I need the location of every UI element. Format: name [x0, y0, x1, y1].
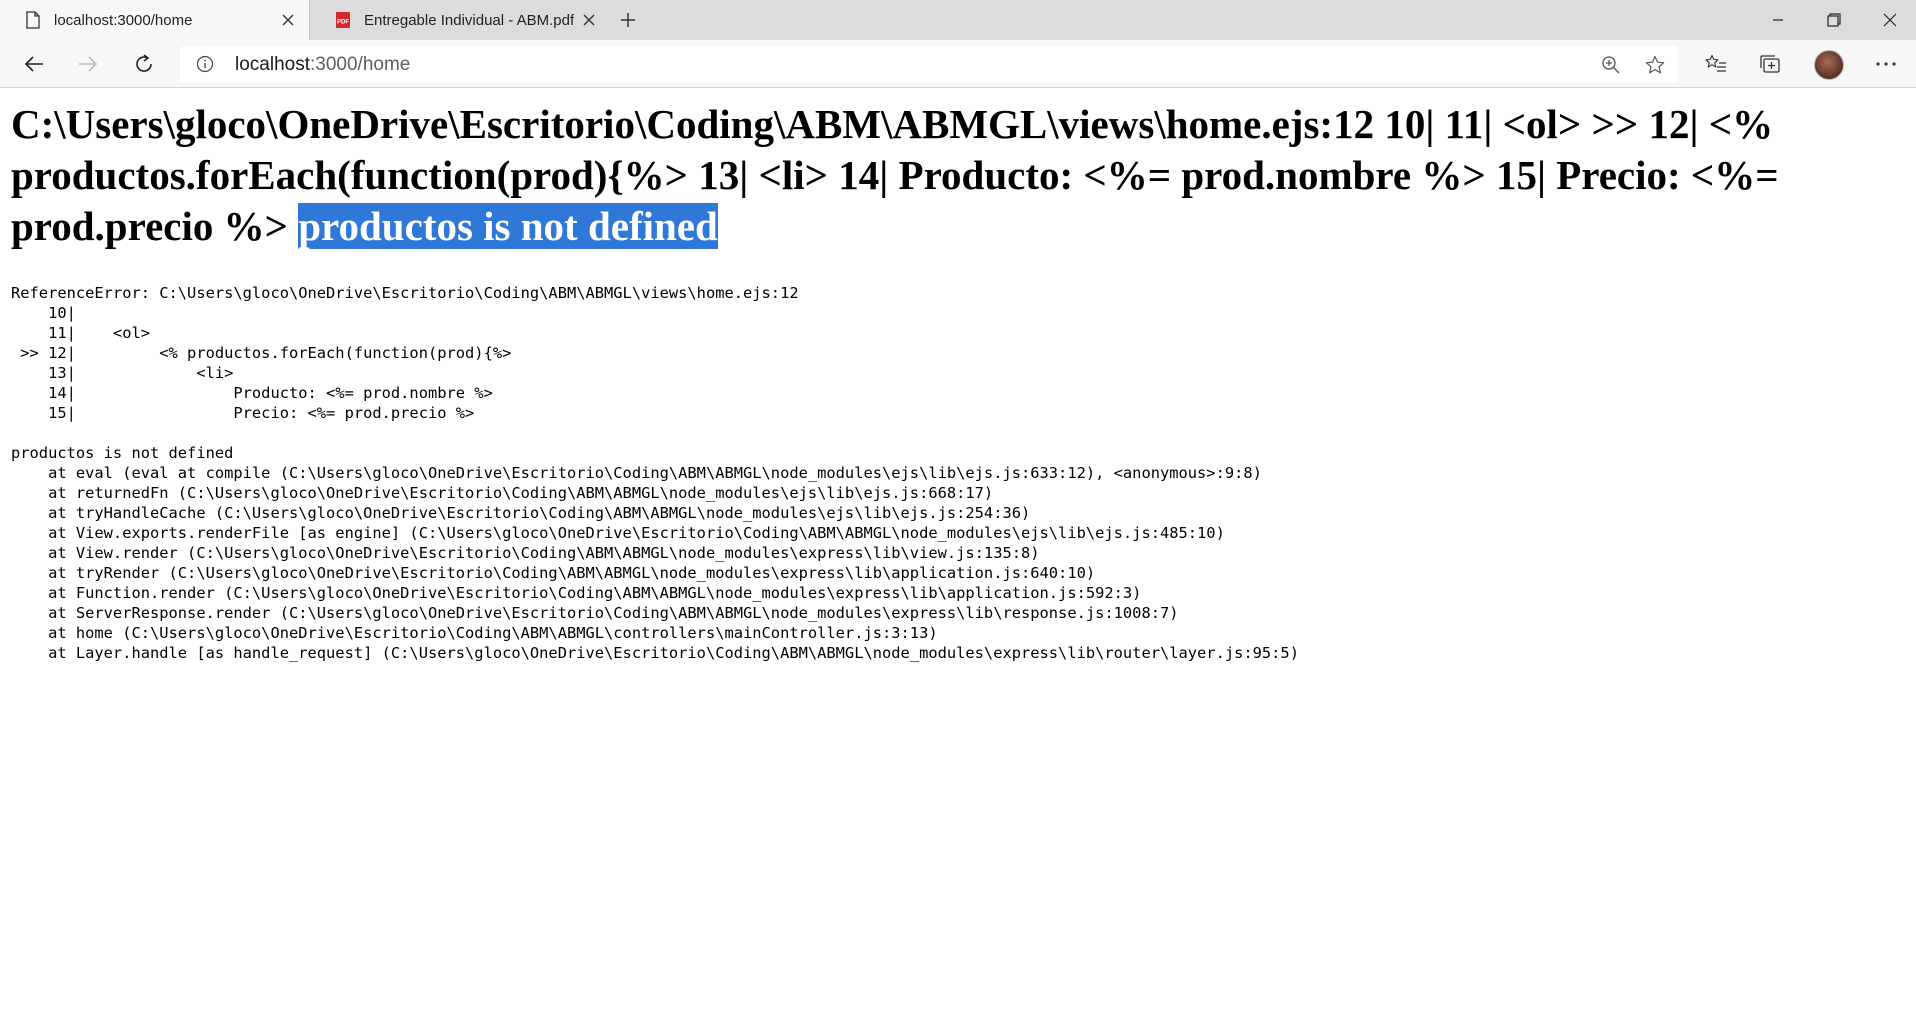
minimize-button[interactable] — [1750, 0, 1806, 40]
trace-line: at eval (eval at compile (C:\Users\gloco… — [11, 464, 1262, 482]
address-bar[interactable]: localhost:3000/home — [180, 46, 1678, 82]
error-heading: C:\Users\gloco\OneDrive\Escritorio\Codin… — [11, 99, 1911, 252]
profile-avatar[interactable] — [1814, 50, 1844, 80]
tab-label: localhost:3000/home — [54, 11, 193, 29]
trace-line: ReferenceError: C:\Users\gloco\OneDrive\… — [11, 284, 799, 302]
favorites-icon[interactable] — [1698, 46, 1734, 82]
trace-line: at ServerResponse.render (C:\Users\gloco… — [11, 604, 1179, 622]
url-text[interactable]: localhost:3000/home — [235, 54, 410, 76]
tab-strip: localhost:3000/home PDF Entregable Indiv… — [0, 0, 1916, 40]
refresh-button[interactable] — [126, 46, 162, 82]
tab-label: Entregable Individual - ABM.pdf — [364, 11, 574, 29]
trace-line: >> 12| <% productos.forEach(function(pro… — [11, 344, 512, 362]
tab-localhost-home[interactable]: localhost:3000/home — [0, 0, 310, 40]
url-path: :3000/home — [310, 54, 411, 75]
stack-trace: ReferenceError: C:\Users\gloco\OneDrive\… — [11, 283, 1299, 663]
back-button[interactable] — [16, 46, 52, 82]
collections-icon[interactable] — [1752, 46, 1788, 82]
page-icon — [24, 10, 42, 30]
close-tab-icon[interactable] — [273, 5, 303, 35]
tab-pdf[interactable]: PDF Entregable Individual - ABM.pdf — [310, 0, 610, 40]
browser-toolbar: localhost:3000/home — [0, 40, 1916, 88]
url-host: localhost — [235, 54, 310, 75]
forward-button[interactable] — [70, 46, 106, 82]
selected-text: productos is not defined — [298, 203, 718, 249]
trace-line: at home (C:\Users\gloco\OneDrive\Escrito… — [11, 624, 938, 642]
zoom-icon[interactable] — [1598, 52, 1624, 78]
trace-line: 15| Precio: <%= prod.precio %> — [11, 404, 475, 422]
trace-line: 11| <ol> — [11, 324, 150, 342]
svg-text:PDF: PDF — [337, 20, 349, 26]
trace-line: at Layer.handle [as handle_request] (C:\… — [11, 644, 1299, 662]
trace-line: at View.render (C:\Users\gloco\OneDrive\… — [11, 544, 1040, 562]
star-icon[interactable] — [1642, 52, 1668, 78]
trace-line: 14| Producto: <%= prod.nombre %> — [11, 384, 493, 402]
close-tab-icon[interactable] — [574, 5, 604, 35]
restore-button[interactable] — [1806, 0, 1862, 40]
trace-line: at Function.render (C:\Users\gloco\OneDr… — [11, 584, 1142, 602]
pdf-icon: PDF — [334, 10, 352, 30]
error-heading-text: C:\Users\gloco\OneDrive\Escritorio\Codin… — [11, 101, 1779, 249]
more-options-icon[interactable] — [1868, 46, 1904, 82]
info-icon[interactable] — [194, 53, 216, 75]
trace-line: 10| — [11, 304, 76, 322]
trace-line: at tryRender (C:\Users\gloco\OneDrive\Es… — [11, 564, 1096, 582]
trace-line: at tryHandleCache (C:\Users\gloco\OneDri… — [11, 504, 1031, 522]
new-tab-button[interactable] — [612, 4, 644, 36]
trace-line: productos is not defined — [11, 444, 234, 462]
trace-line: 13| <li> — [11, 364, 234, 382]
trace-line: at View.exports.renderFile [as engine] (… — [11, 524, 1225, 542]
trace-line: at returnedFn (C:\Users\gloco\OneDrive\E… — [11, 484, 994, 502]
page-content: C:\Users\gloco\OneDrive\Escritorio\Codin… — [0, 89, 1916, 1026]
close-window-button[interactable] — [1862, 0, 1916, 40]
